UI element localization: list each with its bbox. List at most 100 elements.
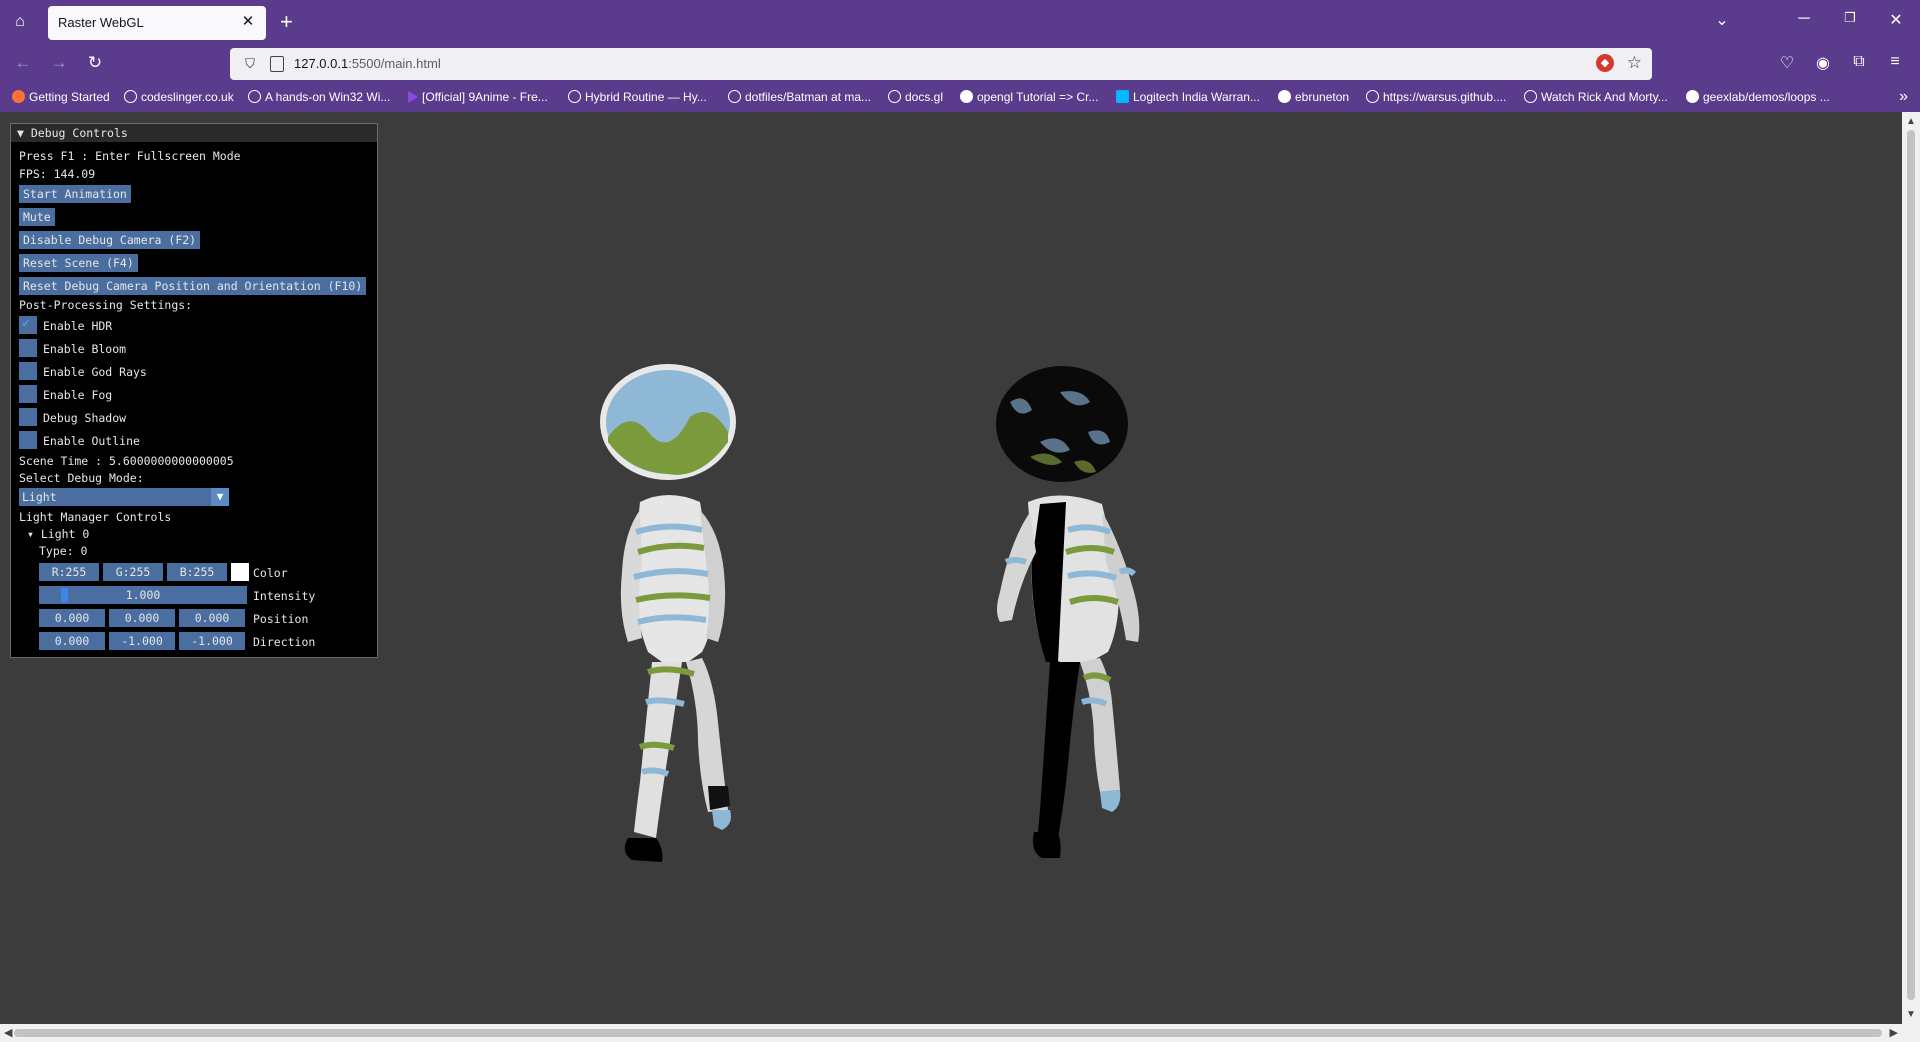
bookmark-label: https://warsus.github....: [1383, 90, 1507, 104]
enable-hdr-checkbox[interactable]: [19, 316, 37, 334]
scroll-down-icon[interactable]: ▼: [1906, 1009, 1916, 1020]
reload-icon[interactable]: ↻: [84, 53, 106, 73]
bookmark-item[interactable]: A hands-on Win32 Wi...: [248, 90, 390, 104]
bookmark-item[interactable]: Watch Rick And Morty...: [1524, 90, 1668, 104]
color-g-field[interactable]: G:255: [103, 563, 163, 581]
bookmark-item[interactable]: [Official] 9Anime - Fre...: [408, 90, 548, 104]
tab-raster-webgl[interactable]: Raster WebGL ✕: [48, 6, 266, 40]
github-icon: [1278, 90, 1291, 103]
debug-mode-value: Light: [22, 490, 57, 504]
dropdown-arrow-icon[interactable]: ▼: [211, 488, 229, 506]
scroll-up-icon[interactable]: ▲: [1906, 116, 1916, 127]
scroll-left-icon[interactable]: ◀: [4, 1026, 12, 1039]
mute-button[interactable]: Mute: [19, 208, 55, 226]
color-swatch[interactable]: [231, 563, 249, 581]
debug-shadow-checkbox[interactable]: [19, 408, 37, 426]
restore-icon[interactable]: ❐: [1838, 10, 1862, 26]
direction-y-field[interactable]: -1.000: [109, 632, 175, 650]
extensions-icon[interactable]: ⧉: [1848, 53, 1870, 71]
bookmark-label: Watch Rick And Morty...: [1541, 90, 1668, 104]
url-text[interactable]: 127.0.0.1:5500/main.html: [294, 56, 441, 71]
bookmark-label: Logitech India Warran...: [1133, 90, 1260, 104]
globe-icon: [124, 90, 137, 103]
bookmark-label: opengl Tutorial => Cr...: [977, 90, 1099, 104]
horizontal-scrollbar[interactable]: ◀ ▶: [0, 1024, 1920, 1042]
bookmark-item[interactable]: https://warsus.github....: [1366, 90, 1506, 104]
bookmark-label: A hands-on Win32 Wi...: [265, 90, 391, 104]
enable-outline-checkbox[interactable]: [19, 431, 37, 449]
light-0-label: Light 0: [40, 527, 90, 541]
page-icon[interactable]: [270, 56, 284, 72]
vertical-scrollbar[interactable]: ▲ ▼: [1902, 112, 1920, 1024]
play-icon: [408, 91, 418, 103]
tab-bar: ⌂ Raster WebGL ✕ + ⌄ ─ ❐ ✕: [0, 0, 1920, 44]
bookmark-item[interactable]: ebruneton: [1278, 90, 1349, 104]
light-manager-label: Light Manager Controls: [19, 510, 172, 524]
new-tab-icon[interactable]: +: [280, 10, 293, 34]
more-bookmarks-icon[interactable]: »: [1899, 88, 1908, 106]
fps-readout: FPS: 144.09: [19, 167, 96, 181]
menu-icon[interactable]: ≡: [1884, 53, 1906, 71]
url-path: :5500/main.html: [348, 56, 441, 71]
enable-god-rays-label: Enable God Rays: [43, 365, 147, 379]
bookmark-item[interactable]: Hybrid Routine — Hy...: [568, 90, 707, 104]
position-z-field[interactable]: 0.000: [179, 609, 245, 627]
close-tab-icon[interactable]: ✕: [238, 12, 258, 30]
light-0-tree-node[interactable]: ▾ Light 0: [27, 527, 89, 541]
color-b-field[interactable]: B:255: [167, 563, 227, 581]
disable-debug-camera-button[interactable]: Disable Debug Camera (F2): [19, 231, 201, 249]
intensity-slider[interactable]: 1.000: [39, 586, 247, 604]
debug-shadow-label: Debug Shadow: [43, 411, 127, 425]
close-window-icon[interactable]: ✕: [1884, 10, 1908, 30]
tree-expand-icon: ▾: [27, 527, 41, 541]
scroll-right-icon[interactable]: ▶: [1890, 1026, 1898, 1039]
minimize-icon[interactable]: ─: [1792, 10, 1816, 28]
enable-fog-checkbox[interactable]: [19, 385, 37, 403]
direction-x-field[interactable]: 0.000: [39, 632, 105, 650]
bookmark-item[interactable]: geexlab/demos/loops ...: [1686, 90, 1830, 104]
enable-fog-label: Enable Fog: [43, 388, 113, 402]
vertical-scroll-thumb[interactable]: [1907, 130, 1915, 1000]
pocket-icon[interactable]: ♡: [1776, 53, 1798, 73]
logitech-icon: [1116, 90, 1129, 103]
back-icon[interactable]: ←: [12, 53, 34, 73]
github-icon: [1686, 90, 1699, 103]
intensity-label: Intensity: [253, 589, 316, 603]
debug-panel-header[interactable]: ▼ Debug Controls: [11, 124, 377, 142]
enable-god-rays-checkbox[interactable]: [19, 362, 37, 380]
list-all-tabs-icon[interactable]: ⌂: [10, 12, 30, 32]
horizontal-scroll-thumb[interactable]: [14, 1029, 1882, 1037]
position-y-field[interactable]: 0.000: [109, 609, 175, 627]
bookmark-label: codeslinger.co.uk: [141, 90, 234, 104]
bookmark-item[interactable]: codeslinger.co.uk: [124, 90, 234, 104]
enable-bloom-checkbox[interactable]: [19, 339, 37, 357]
globe-icon: [1524, 90, 1537, 103]
reset-debug-camera-button[interactable]: Reset Debug Camera Position and Orientat…: [19, 277, 367, 295]
forward-icon[interactable]: →: [48, 53, 70, 73]
shield-icon[interactable]: ⛉: [242, 56, 258, 72]
position-x-field[interactable]: 0.000: [39, 609, 105, 627]
collapse-triangle-icon[interactable]: ▼: [17, 126, 31, 140]
chevron-down-icon[interactable]: ⌄: [1710, 10, 1734, 30]
ublock-icon[interactable]: ◆: [1596, 54, 1614, 72]
globe-icon: [888, 90, 901, 103]
bookmark-item[interactable]: Getting Started: [12, 90, 110, 104]
direction-z-field[interactable]: -1.000: [179, 632, 245, 650]
bookmark-item[interactable]: docs.gl: [888, 90, 943, 104]
start-animation-button[interactable]: Start Animation: [19, 185, 131, 203]
debug-controls-panel: ▼ Debug Controls Press F1 : Enter Fullsc…: [10, 123, 378, 658]
bookmark-star-icon[interactable]: ☆: [1627, 53, 1642, 73]
direction-label: Direction: [253, 635, 316, 649]
debug-panel-title: Debug Controls: [30, 126, 128, 140]
bookmark-item[interactable]: Logitech India Warran...: [1116, 90, 1260, 104]
bookmark-item[interactable]: dotfiles/Batman at ma...: [728, 90, 871, 104]
color-label: Color: [253, 566, 288, 580]
account-icon[interactable]: ◉: [1812, 53, 1834, 73]
reset-scene-button[interactable]: Reset Scene (F4): [19, 254, 138, 272]
intensity-slider-grab[interactable]: [61, 588, 68, 602]
address-bar[interactable]: ⛉ 127.0.0.1:5500/main.html ◆ ☆: [230, 48, 1652, 80]
bookmark-label: ebruneton: [1295, 90, 1350, 104]
debug-mode-select[interactable]: Light ▼: [19, 488, 229, 506]
color-r-field[interactable]: R:255: [39, 563, 99, 581]
bookmark-item[interactable]: opengl Tutorial => Cr...: [960, 90, 1098, 104]
